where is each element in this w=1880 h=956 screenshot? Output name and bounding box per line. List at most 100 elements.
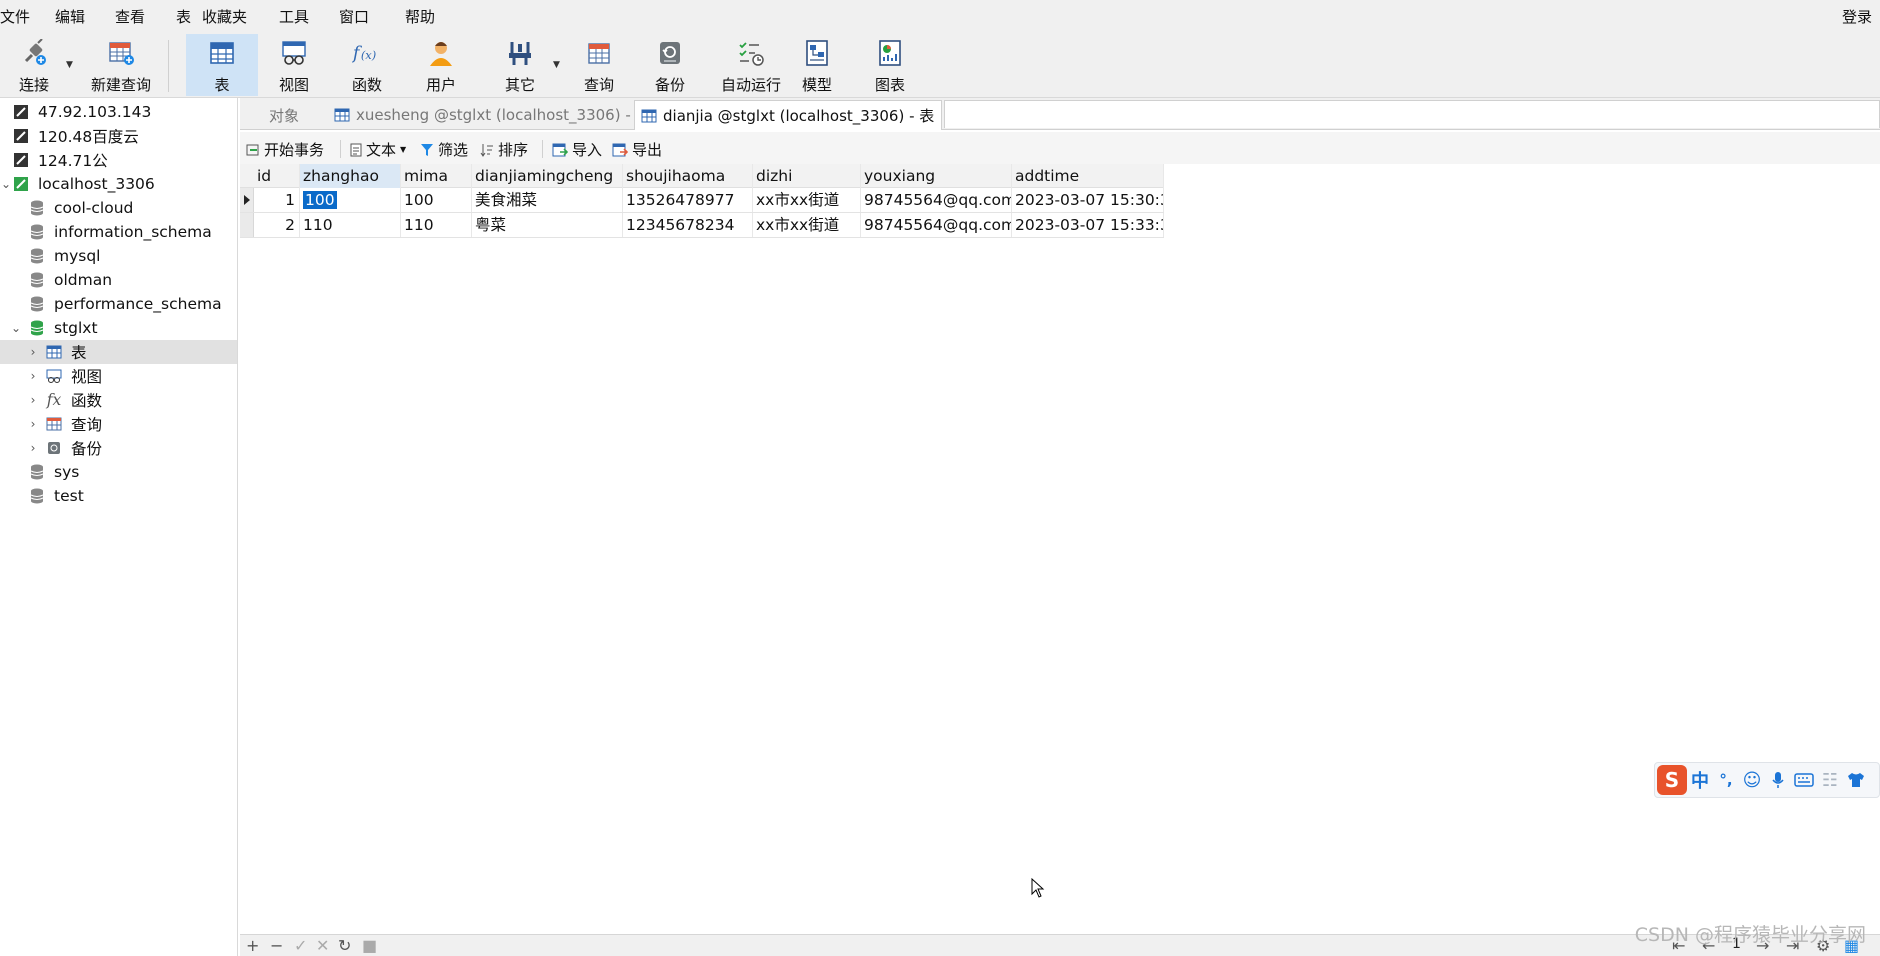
ime-mode-toggle[interactable]: 中: [1687, 767, 1713, 793]
chevron-right-icon[interactable]: ›: [27, 441, 39, 455]
table-button[interactable]: 表: [186, 34, 258, 96]
cell-zhanghao[interactable]: 110: [300, 213, 401, 237]
tree-stglxt-backups[interactable]: › 备份: [0, 436, 237, 460]
menu-tools[interactable]: 工具: [279, 6, 309, 27]
keyboard-icon[interactable]: [1791, 767, 1817, 793]
cell-shoujihaoma[interactable]: 13526478977: [623, 188, 753, 212]
tree-db-oldman[interactable]: oldman: [0, 268, 237, 292]
row-selector[interactable]: [240, 188, 254, 212]
user-settings-icon[interactable]: ☷: [1817, 767, 1843, 793]
menu-window[interactable]: 窗口: [339, 6, 369, 27]
chevron-right-icon[interactable]: ›: [27, 345, 39, 359]
filter-button[interactable]: 筛选: [420, 139, 468, 160]
menu-favorites[interactable]: 收藏夹: [202, 6, 247, 27]
row-selector[interactable]: [240, 213, 254, 237]
tree-stglxt-tables[interactable]: › 表: [0, 340, 237, 364]
tree-stglxt-queries[interactable]: › 查询: [0, 412, 237, 436]
cell-dizhi[interactable]: xx市xx街道: [753, 213, 861, 237]
sort-button[interactable]: 排序: [480, 139, 528, 160]
auto-run-button[interactable]: 自动运行: [710, 34, 792, 96]
tree-connection-1[interactable]: 47.92.103.143: [0, 100, 237, 124]
delete-record-icon[interactable]: −: [270, 936, 283, 955]
column-header-zhanghao[interactable]: zhanghao: [300, 164, 401, 188]
tree-db-mysql[interactable]: mysql: [0, 244, 237, 268]
column-header-youxiang[interactable]: youxiang: [861, 164, 1012, 188]
chevron-down-icon[interactable]: ⌄: [0, 177, 12, 191]
sogou-logo-icon[interactable]: S: [1657, 765, 1687, 795]
emoji-icon[interactable]: ☺: [1739, 767, 1765, 793]
view-button[interactable]: 视图: [263, 34, 325, 96]
tree-connection-3[interactable]: 124.71公: [0, 148, 237, 172]
chevron-right-icon[interactable]: ›: [27, 417, 39, 431]
new-query-button[interactable]: 新建查询: [80, 34, 162, 96]
tree-db-performance-schema[interactable]: performance_schema: [0, 292, 237, 316]
cell-dizhi[interactable]: xx市xx街道: [753, 188, 861, 212]
discard-changes-icon[interactable]: ✕: [316, 936, 329, 955]
menu-help[interactable]: 帮助: [405, 6, 435, 27]
cell-text-selected[interactable]: 100: [303, 191, 337, 209]
login-link[interactable]: 登录: [1842, 6, 1872, 27]
tab-dianjia[interactable]: dianjia @stglxt (localhost_3306) - 表: [634, 100, 942, 130]
chevron-right-icon[interactable]: ›: [27, 369, 39, 383]
refresh-icon[interactable]: ↻: [338, 936, 351, 955]
cell-zhanghao[interactable]: 100: [300, 188, 401, 212]
connect-button[interactable]: 连接: [10, 34, 58, 96]
microphone-icon[interactable]: [1765, 767, 1791, 793]
text-button[interactable]: 文本 ▼: [350, 139, 406, 160]
query-button[interactable]: 查询: [568, 34, 630, 96]
tree-stglxt-views[interactable]: › 视图: [0, 364, 237, 388]
cell-id[interactable]: 1: [254, 188, 300, 212]
column-header-dianjiamingcheng[interactable]: dianjiamingcheng: [472, 164, 623, 188]
menu-file[interactable]: 文件: [0, 6, 30, 27]
model-button[interactable]: 模型: [786, 34, 848, 96]
import-button[interactable]: 导入: [552, 139, 602, 160]
menu-edit[interactable]: 编辑: [55, 6, 85, 27]
menu-table[interactable]: 表: [176, 6, 191, 27]
cell-id[interactable]: 2: [254, 213, 300, 237]
backup-button[interactable]: 备份: [639, 34, 701, 96]
tree-stglxt-functions[interactable]: › fx 函数: [0, 388, 237, 412]
cell-addtime[interactable]: 2023-03-07 15:30:32: [1012, 188, 1164, 212]
tree-connection-localhost[interactable]: ⌄ localhost_3306: [0, 172, 237, 196]
skin-shirt-icon[interactable]: [1843, 767, 1869, 793]
cell-mima[interactable]: 100: [401, 188, 472, 212]
chart-button[interactable]: 图表: [859, 34, 921, 96]
column-header-shoujihaoma[interactable]: shoujihaoma: [623, 164, 753, 188]
chevron-right-icon[interactable]: ›: [27, 393, 39, 407]
tree-db-sys[interactable]: sys: [0, 460, 237, 484]
stop-icon[interactable]: ■: [362, 936, 377, 955]
column-header-mima[interactable]: mima: [401, 164, 472, 188]
export-button[interactable]: 导出: [612, 139, 662, 160]
other-button[interactable]: 其它: [489, 34, 551, 96]
document-icon: [350, 143, 362, 157]
tree-connection-2[interactable]: 120.48百度云: [0, 124, 237, 148]
table-row[interactable]: 2 110 110 粤菜 12345678234 xx市xx街道 9874556…: [240, 213, 1164, 238]
apply-changes-icon[interactable]: ✓: [294, 936, 307, 955]
begin-transaction-button[interactable]: 开始事务: [246, 139, 324, 160]
cell-mima[interactable]: 110: [401, 213, 472, 237]
cell-dianjiamingcheng[interactable]: 美食湘菜: [472, 188, 623, 212]
column-header-dizhi[interactable]: dizhi: [753, 164, 861, 188]
tab-objects[interactable]: 对象: [240, 100, 328, 130]
cell-youxiang[interactable]: 98745564@qq.com: [861, 188, 1012, 212]
tree-db-cool-cloud[interactable]: cool-cloud: [0, 196, 237, 220]
tree-db-stglxt[interactable]: ⌄ stglxt: [0, 316, 237, 340]
cell-dianjiamingcheng[interactable]: 粤菜: [472, 213, 623, 237]
tab-xuesheng[interactable]: xuesheng @stglxt (localhost_3306) -...: [328, 100, 632, 130]
chevron-down-icon[interactable]: ⌄: [10, 321, 22, 335]
cell-addtime[interactable]: 2023-03-07 15:33:38: [1012, 213, 1164, 237]
tree-db-test[interactable]: test: [0, 484, 237, 508]
column-header-addtime[interactable]: addtime: [1012, 164, 1164, 188]
caret-down-icon[interactable]: ▼: [553, 60, 560, 70]
table-row[interactable]: 1 100 100 美食湘菜 13526478977 xx市xx街道 98745…: [240, 188, 1164, 213]
tree-db-information-schema[interactable]: information_schema: [0, 220, 237, 244]
add-record-icon[interactable]: +: [246, 936, 259, 955]
cell-shoujihaoma[interactable]: 12345678234: [623, 213, 753, 237]
column-header-id[interactable]: id: [254, 164, 300, 188]
menu-view[interactable]: 查看: [115, 6, 145, 27]
cell-youxiang[interactable]: 98745564@qq.com: [861, 213, 1012, 237]
ime-punctuation-toggle[interactable]: °,: [1713, 767, 1739, 793]
user-button[interactable]: 用户: [410, 34, 472, 96]
caret-down-icon[interactable]: ▼: [66, 60, 73, 70]
function-button[interactable]: f (x) 函数: [336, 34, 398, 96]
